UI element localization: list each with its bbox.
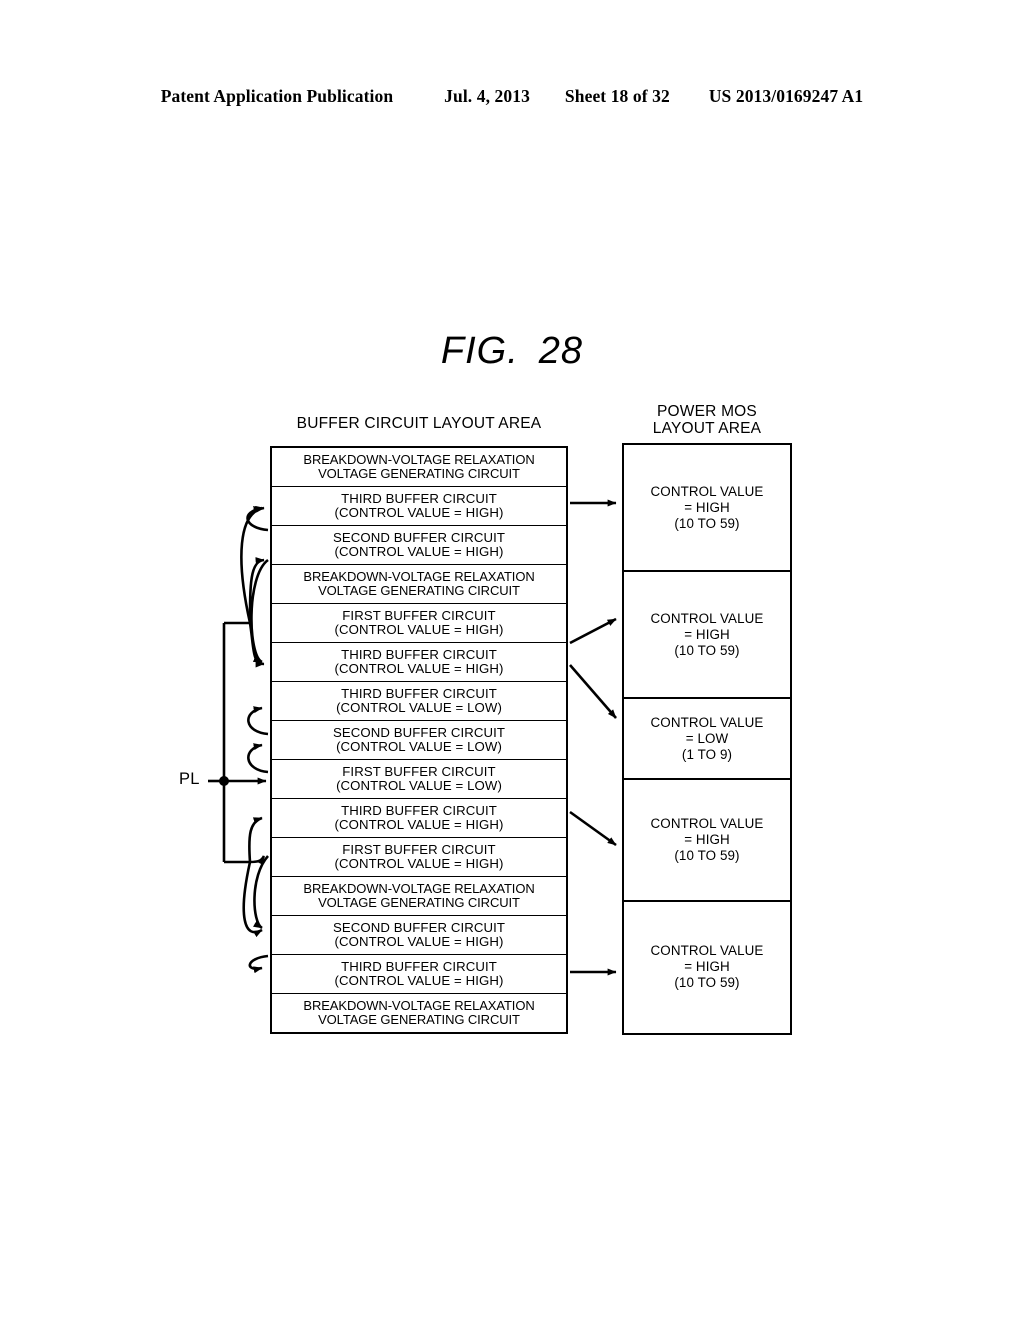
buffer-row-line1: THIRD BUFFER CIRCUIT xyxy=(341,646,497,662)
patent-date: Jul. 4, 2013 xyxy=(444,86,530,106)
buffer-row-line2: (CONTROL VALUE = HIGH) xyxy=(334,973,504,988)
arc-to-row5 xyxy=(248,557,265,624)
arrow-buffer-to-mos-3 xyxy=(569,664,617,719)
power-mos-box-line1: CONTROL VALUE xyxy=(650,610,764,626)
buffer-row: BREAKDOWN-VOLTAGE RELAXATION VOLTAGE GENE… xyxy=(272,448,566,487)
buffer-row-line2: VOLTAGE GENERATING CIRCUIT xyxy=(318,466,520,481)
buffer-row-line1: FIRST BUFFER CIRCUIT xyxy=(342,841,496,857)
buffer-row: FIRST BUFFER CIRCUIT (CONTROL VALUE = HIG… xyxy=(272,604,566,643)
arrow-buffer-to-mos-4 xyxy=(569,810,617,847)
arc-to-row11 xyxy=(249,855,266,866)
buffer-row-line1: BREAKDOWN-VOLTAGE RELAXATION xyxy=(303,997,535,1013)
power-mos-box: CONTROL VALUE = HIGH (10 TO 59) xyxy=(624,445,790,572)
buffer-row-line1: THIRD BUFFER CIRCUIT xyxy=(341,802,497,818)
buffer-row: SECOND BUFFER CIRCUIT (CONTROL VALUE = LO… xyxy=(272,721,566,760)
buffer-row-line1: BREAKDOWN-VOLTAGE RELAXATION xyxy=(303,880,535,896)
arc-to-row13 xyxy=(242,861,263,938)
buffer-row-line1: THIRD BUFFER CIRCUIT xyxy=(341,958,497,974)
buffer-row-line1: BREAKDOWN-VOLTAGE RELAXATION xyxy=(303,568,535,584)
power-mos-caption-line2: LAYOUT AREA xyxy=(652,420,762,437)
pl-signal-label: PL xyxy=(179,770,200,788)
power-mos-box: CONTROL VALUE = HIGH (10 TO 59) xyxy=(624,902,790,1032)
buffer-row-line2: VOLTAGE GENERATING CIRCUIT xyxy=(318,583,520,598)
buffer-row-line2: (CONTROL VALUE = HIGH) xyxy=(334,544,504,559)
buffer-row: THIRD BUFFER CIRCUIT (CONTROL VALUE = LOW… xyxy=(272,682,566,721)
arc-to-row10 xyxy=(248,816,263,863)
arrow-buffer-to-mos-2 xyxy=(569,617,617,645)
buffer-row: SECOND BUFFER CIRCUIT (CONTROL VALUE = HI… xyxy=(272,916,566,955)
buffer-row-line1: BREAKDOWN-VOLTAGE RELAXATION xyxy=(303,451,535,467)
buffer-row: THIRD BUFFER CIRCUIT (CONTROL VALUE = HIG… xyxy=(272,487,566,526)
patent-sheet-number: Sheet 18 of 32 xyxy=(564,86,670,106)
buffer-row: FIRST BUFFER CIRCUIT (CONTROL VALUE = LOW… xyxy=(272,760,566,799)
buffer-row: BREAKDOWN-VOLTAGE RELAXATION VOLTAGE GENE… xyxy=(272,994,566,1032)
buffer-row: BREAKDOWN-VOLTAGE RELAXATION VOLTAGE GENE… xyxy=(272,877,566,916)
buffer-row-line2: (CONTROL VALUE = LOW) xyxy=(336,778,502,793)
power-mos-box-line3: (10 TO 59) xyxy=(674,975,740,990)
buffer-row: BREAKDOWN-VOLTAGE RELAXATION VOLTAGE GENE… xyxy=(272,565,566,604)
arc-loop-row7 xyxy=(247,706,269,736)
power-mos-box-line3: (10 TO 59) xyxy=(674,848,740,863)
pl-junction-dot xyxy=(219,776,229,786)
buffer-row-line2: (CONTROL VALUE = LOW) xyxy=(336,739,502,754)
buffer-row-line2: (CONTROL VALUE = HIGH) xyxy=(334,934,504,949)
arc-loop-row14 xyxy=(248,954,269,974)
buffer-row-line2: (CONTROL VALUE = HIGH) xyxy=(334,856,504,871)
power-mos-box-line2: = LOW xyxy=(685,730,729,746)
buffer-row-line1: FIRST BUFFER CIRCUIT xyxy=(342,607,496,623)
buffer-row-line2: (CONTROL VALUE = HIGH) xyxy=(334,817,504,832)
buffer-row-line2: (CONTROL VALUE = HIGH) xyxy=(334,505,504,520)
buffer-row: THIRD BUFFER CIRCUIT (CONTROL VALUE = HIG… xyxy=(272,955,566,994)
power-mos-box-line2: = HIGH xyxy=(684,499,730,515)
arc-loop-row13 xyxy=(253,855,270,930)
power-mos-box-line3: (10 TO 59) xyxy=(674,642,740,658)
power-mos-layout-table: CONTROL VALUE = HIGH (10 TO 59) CONTROL VAL… xyxy=(622,443,792,1035)
power-mos-box-line2: = HIGH xyxy=(684,626,730,642)
power-mos-box-line1: CONTROL VALUE xyxy=(650,483,764,499)
buffer-row-line1: SECOND BUFFER CIRCUIT xyxy=(332,529,506,545)
power-mos-box: CONTROL VALUE = LOW (1 TO 9) xyxy=(624,699,790,780)
power-mos-box-line3: (10 TO 59) xyxy=(674,515,740,531)
power-mos-box-line2: = HIGH xyxy=(684,832,730,847)
buffer-row-line2: (CONTROL VALUE = HIGH) xyxy=(334,661,504,676)
patent-publication-number: US 2013/0169247 A1 xyxy=(708,86,864,106)
buffer-circuit-layout-area-caption: BUFFER CIRCUIT LAYOUT AREA xyxy=(296,415,542,432)
buffer-row-line1: SECOND BUFFER CIRCUIT xyxy=(332,724,506,740)
arc-loop-row2 xyxy=(246,506,269,532)
buffer-circuit-layout-table: BREAKDOWN-VOLTAGE RELAXATION VOLTAGE GENE… xyxy=(270,446,568,1034)
arc-to-row2 xyxy=(240,505,265,624)
buffer-row-line1: FIRST BUFFER CIRCUIT xyxy=(342,763,496,779)
power-mos-box: CONTROL VALUE = HIGH (10 TO 59) xyxy=(624,780,790,902)
patent-publication-label: Patent Application Publication xyxy=(160,86,394,106)
patent-page-header: Patent Application Publication Jul. 4, 2… xyxy=(0,86,1024,107)
arc-loop-row8 xyxy=(247,743,269,774)
power-mos-layout-area-caption: POWER MOS LAYOUT AREA xyxy=(622,403,792,437)
arc-loop-row6 xyxy=(250,558,269,664)
buffer-row-line2: (CONTROL VALUE = HIGH) xyxy=(334,622,504,637)
power-mos-box-line1: CONTROL VALUE xyxy=(650,714,764,730)
buffer-row-line1: THIRD BUFFER CIRCUIT xyxy=(341,685,497,701)
power-mos-box-line1: CONTROL VALUE xyxy=(650,816,764,831)
power-mos-box-line3: (1 TO 9) xyxy=(681,746,733,762)
buffer-row: THIRD BUFFER CIRCUIT (CONTROL VALUE = HIG… xyxy=(272,799,566,838)
buffer-row: THIRD BUFFER CIRCUIT (CONTROL VALUE = HIG… xyxy=(272,643,566,682)
figure-title: FIG. 28 xyxy=(0,330,1024,373)
buffer-row-line2: (CONTROL VALUE = LOW) xyxy=(336,700,502,715)
figure-label: FIG. xyxy=(440,330,519,372)
power-mos-box: CONTROL VALUE = HIGH (10 TO 59) xyxy=(624,572,790,699)
buffer-row-line2: VOLTAGE GENERATING CIRCUIT xyxy=(318,1012,520,1027)
figure-number: 28 xyxy=(538,330,584,372)
power-mos-box-line1: CONTROL VALUE xyxy=(650,943,764,958)
buffer-row-line1: SECOND BUFFER CIRCUIT xyxy=(332,919,506,935)
arc-to-row6 xyxy=(248,622,265,668)
power-mos-box-line2: = HIGH xyxy=(684,959,730,974)
buffer-row-line2: VOLTAGE GENERATING CIRCUIT xyxy=(318,895,520,910)
buffer-row: FIRST BUFFER CIRCUIT (CONTROL VALUE = HIG… xyxy=(272,838,566,877)
buffer-row-line1: THIRD BUFFER CIRCUIT xyxy=(341,490,497,506)
buffer-row: SECOND BUFFER CIRCUIT (CONTROL VALUE = HI… xyxy=(272,526,566,565)
power-mos-caption-line1: POWER MOS xyxy=(657,403,757,420)
